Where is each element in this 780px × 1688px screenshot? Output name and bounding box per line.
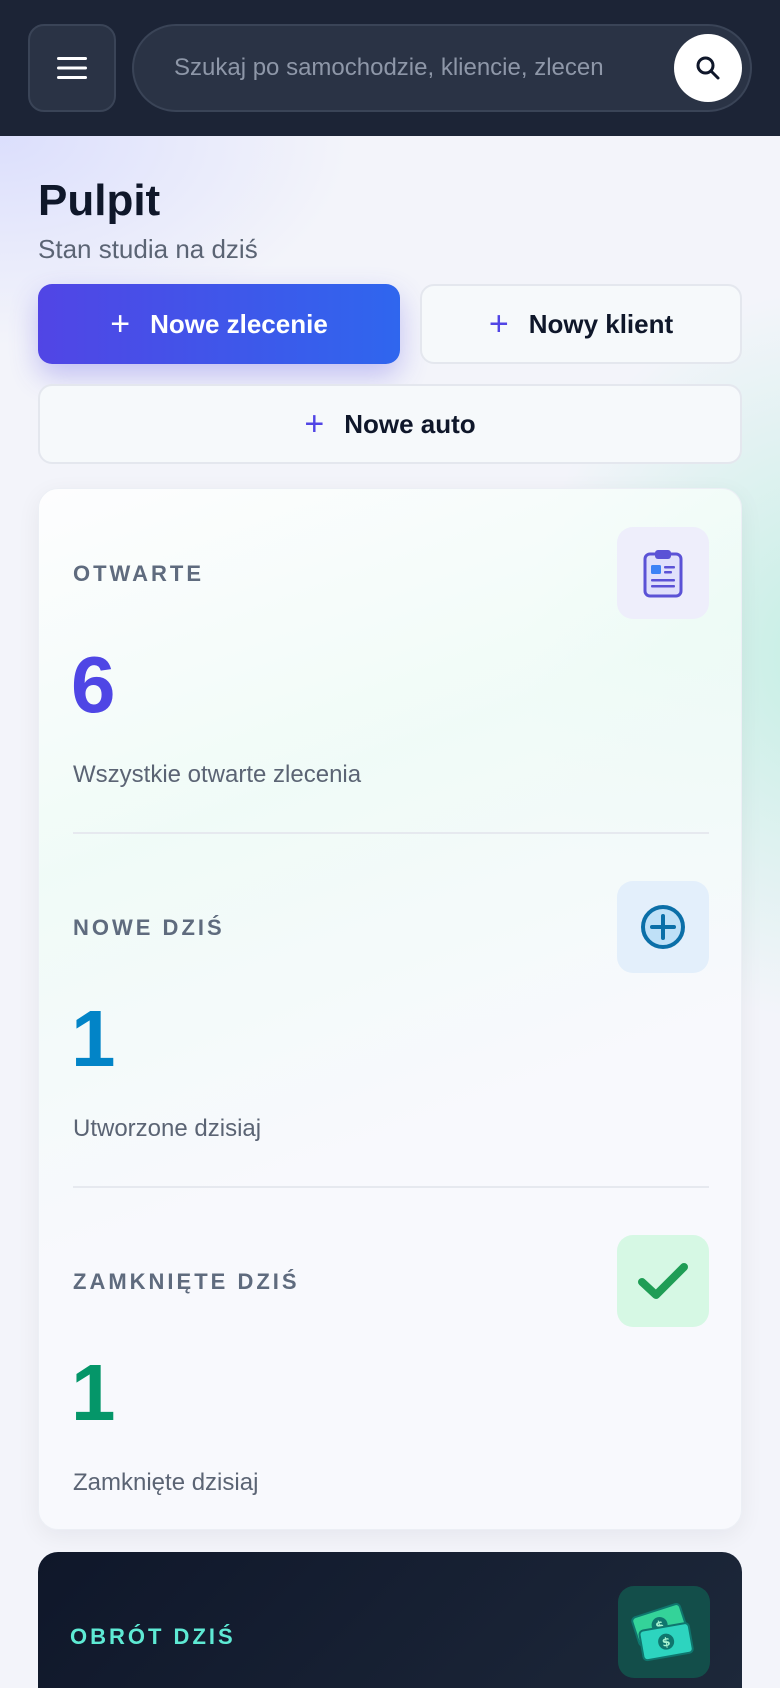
page-subtitle: Stan studia na dziś	[38, 234, 258, 264]
stats-card: OTWARTE 6 Wszystkie otwarte zlecenia NOW…	[38, 488, 742, 1530]
new-car-button[interactable]: + Nowe auto	[38, 384, 742, 464]
page-title: Pulpit	[38, 176, 161, 225]
stat-value: 1	[71, 1348, 116, 1437]
stat-label: ZAMKNIĘTE DZIŚ	[73, 1269, 300, 1294]
money-icon: $ $	[618, 1586, 710, 1678]
search-button[interactable]	[674, 34, 742, 102]
top-bar	[0, 0, 780, 136]
divider	[73, 1186, 709, 1188]
new-client-button[interactable]: + Nowy klient	[420, 284, 742, 364]
search-bar	[132, 24, 752, 112]
menu-button[interactable]	[28, 24, 116, 112]
hamburger-menu-icon	[57, 57, 87, 79]
search-icon	[696, 56, 720, 80]
stat-open[interactable]: OTWARTE 6 Wszystkie otwarte zlecenia	[39, 489, 743, 843]
checkmark-icon	[617, 1235, 709, 1327]
stat-description: Utworzone dzisiaj	[73, 1115, 262, 1142]
stat-label: OTWARTE	[73, 561, 204, 586]
revenue-label: OBRÓT DZIŚ	[70, 1624, 236, 1649]
stat-new-today[interactable]: NOWE DZIŚ 1 Utworzone dzisiaj	[39, 843, 743, 1197]
new-order-button[interactable]: + Nowe zlecenie	[38, 284, 400, 364]
stat-value: 1	[71, 994, 116, 1083]
stat-value: 6	[71, 640, 116, 729]
stat-label: NOWE DZIŚ	[73, 915, 225, 940]
revenue-card[interactable]: OBRÓT DZIŚ $ $	[38, 1552, 742, 1688]
stat-description: Wszystkie otwarte zlecenia	[73, 761, 362, 788]
search-input[interactable]	[174, 26, 644, 110]
new-client-label: Nowy klient	[528, 308, 674, 339]
stat-description: Zamknięte dzisiaj	[73, 1469, 259, 1496]
plus-circle-icon	[617, 881, 709, 973]
plus-icon: +	[110, 305, 131, 343]
divider	[73, 832, 709, 834]
new-order-label: Nowe zlecenie	[150, 308, 328, 339]
plus-icon: +	[304, 405, 325, 443]
stat-closed-today[interactable]: ZAMKNIĘTE DZIŚ 1 Zamknięte dzisiaj	[39, 1197, 743, 1551]
clipboard-icon	[617, 527, 709, 619]
new-car-label: Nowe auto	[344, 408, 476, 439]
plus-icon: +	[488, 305, 509, 343]
dashboard-main: Pulpit Stan studia na dziś + Nowe zlecen…	[0, 136, 780, 1688]
